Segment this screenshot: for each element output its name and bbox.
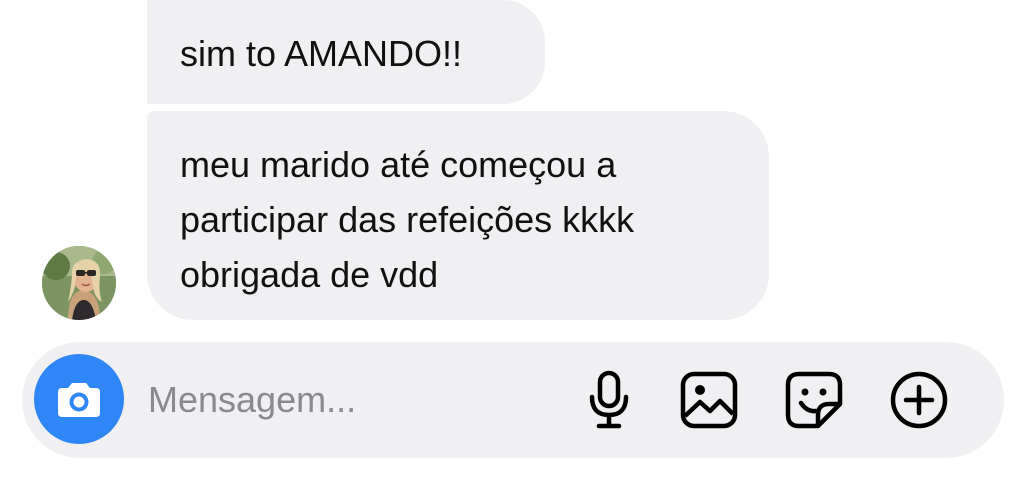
gallery-button[interactable] bbox=[675, 366, 743, 434]
voice-message-button[interactable] bbox=[575, 366, 643, 434]
more-options-button[interactable] bbox=[885, 366, 953, 434]
message-input[interactable] bbox=[148, 372, 568, 428]
message-text-line: sim to AMANDO!! bbox=[180, 33, 463, 74]
microphone-icon bbox=[589, 370, 629, 429]
gallery-icon bbox=[680, 371, 738, 429]
sender-avatar[interactable] bbox=[42, 246, 116, 320]
plus-icon bbox=[890, 371, 948, 429]
avatar-image bbox=[42, 246, 116, 320]
chat-screen: sim to AMANDO!! meu marido até começou a… bbox=[0, 0, 1024, 478]
message-composer bbox=[22, 342, 1004, 458]
message-text-line: participar das refeições kkkk bbox=[180, 199, 635, 240]
message-bubble[interactable]: meu marido até começou a participar das … bbox=[147, 111, 769, 320]
sticker-icon bbox=[785, 371, 843, 429]
camera-button[interactable] bbox=[34, 354, 124, 444]
message-text-line: obrigada de vdd bbox=[180, 254, 439, 295]
message-bubble[interactable]: sim to AMANDO!! bbox=[147, 0, 545, 104]
sticker-button[interactable] bbox=[780, 366, 848, 434]
camera-icon bbox=[58, 383, 100, 417]
message-text-line: meu marido até começou a bbox=[180, 144, 617, 185]
